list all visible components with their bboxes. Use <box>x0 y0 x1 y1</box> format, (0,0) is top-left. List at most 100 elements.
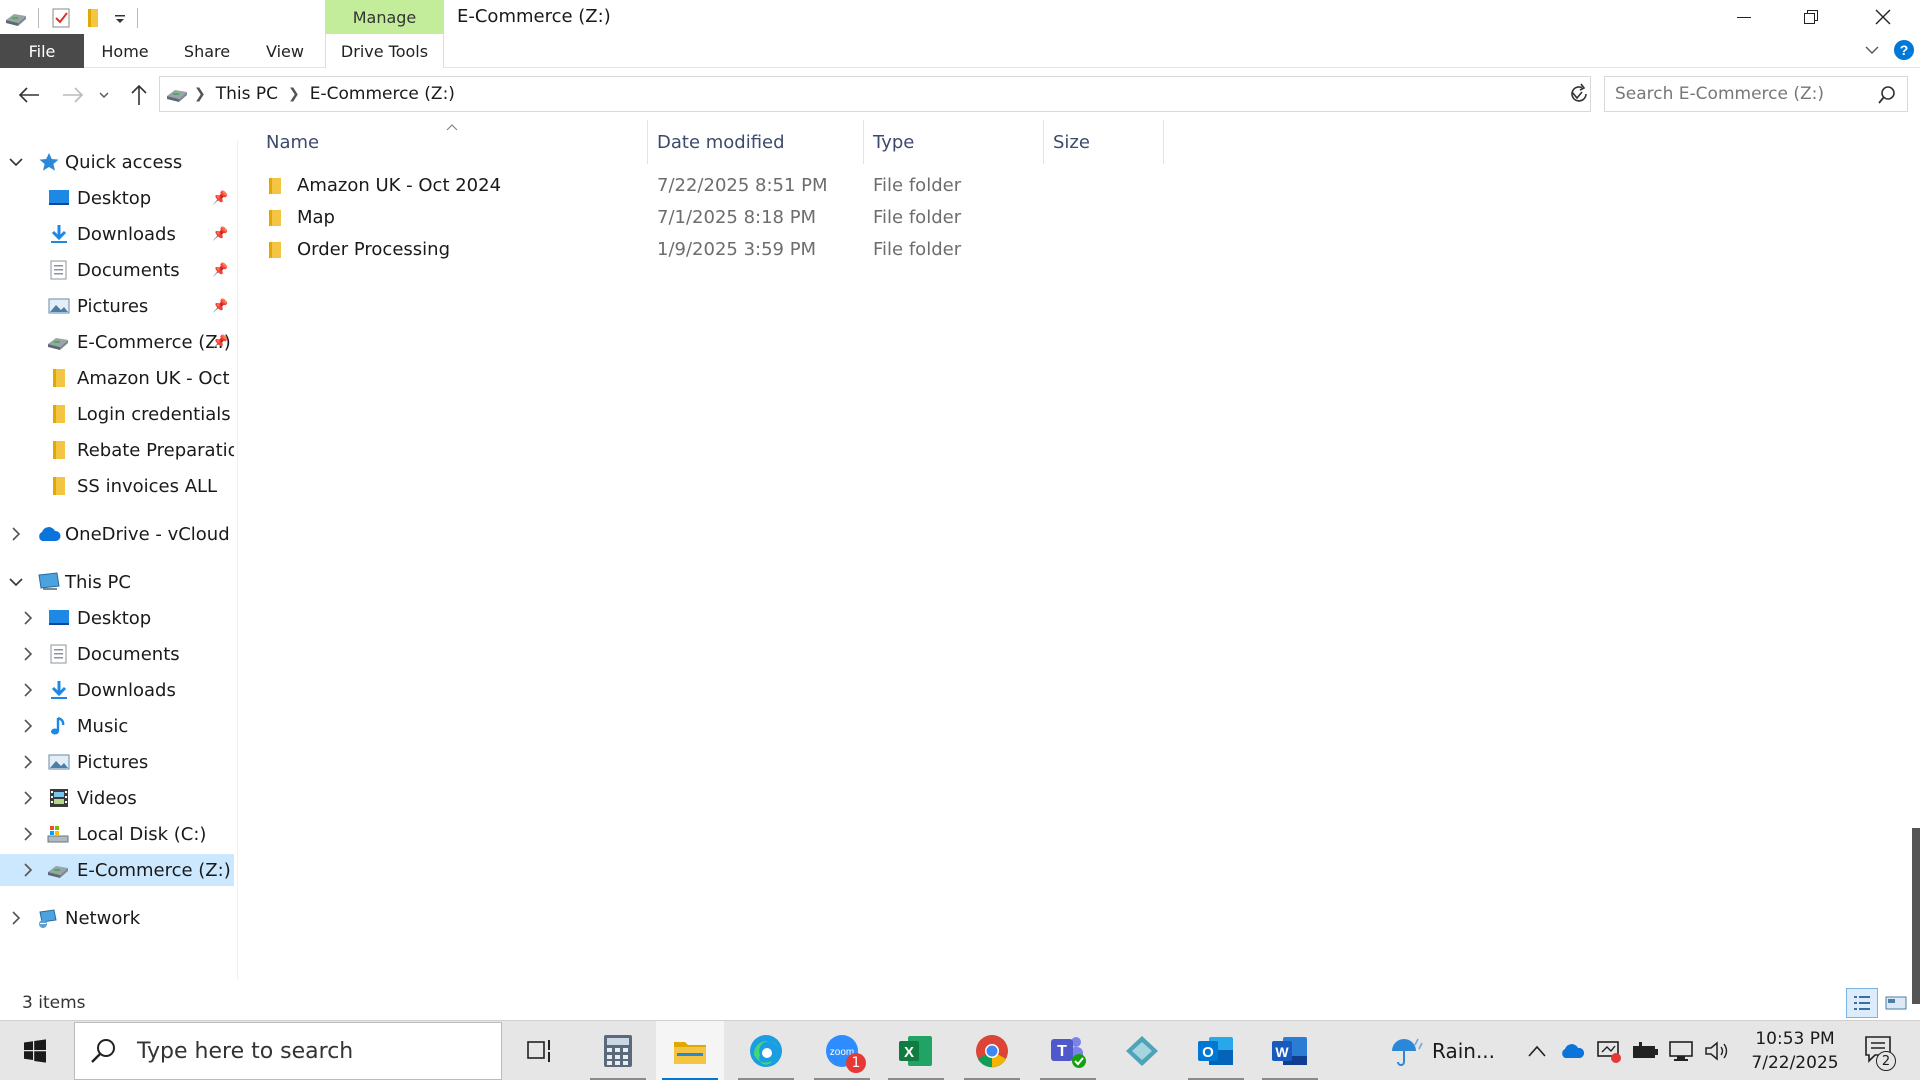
customize-toolbar-icon[interactable] <box>113 6 127 30</box>
chevron-right-icon[interactable] <box>20 862 36 878</box>
breadcrumb-this-pc[interactable]: This PC <box>216 84 278 104</box>
chevron-up-icon[interactable] <box>1524 1035 1550 1067</box>
nav-pc-pictures[interactable]: Pictures <box>0 746 234 778</box>
column-header-name[interactable]: Name <box>266 116 646 168</box>
nav-qa-downloads[interactable]: Downloads 📌 <box>0 218 234 250</box>
taskbar-app-diamond[interactable] <box>1108 1021 1176 1080</box>
chevron-down-icon[interactable] <box>8 574 24 590</box>
minimize-button[interactable] <box>1711 0 1777 34</box>
expand-ribbon-icon[interactable] <box>1862 40 1882 60</box>
nav-quick-access[interactable]: Quick access <box>0 146 234 178</box>
nav-pc-music[interactable]: Music <box>0 710 234 742</box>
nav-this-pc[interactable]: This PC <box>0 566 234 598</box>
chevron-down-icon[interactable] <box>8 154 24 170</box>
notifications-icon[interactable]: 2 <box>1858 1033 1898 1071</box>
tab-home[interactable]: Home <box>93 34 157 68</box>
chevron-right-icon[interactable] <box>20 790 36 806</box>
nav-qa-folder[interactable]: SS invoices ALL <box>0 470 234 502</box>
back-button[interactable] <box>14 80 44 110</box>
manage-context-tab[interactable]: Manage <box>325 0 444 34</box>
onedrive-cloud-icon[interactable] <box>1558 1035 1588 1067</box>
nav-qa-folder[interactable]: Amazon UK - Oct 2024 <box>0 362 234 394</box>
nav-pc-ecommerce[interactable]: E-Commerce (Z:) <box>0 854 234 886</box>
nav-pc-desktop[interactable]: Desktop <box>0 602 234 634</box>
column-divider[interactable] <box>647 120 648 164</box>
recent-locations-icon[interactable] <box>94 80 114 110</box>
nav-pc-local-disk[interactable]: Local Disk (C:) <box>0 818 234 850</box>
nav-qa-desktop[interactable]: Desktop 📌 <box>0 182 234 214</box>
pin-icon[interactable]: 📌 <box>212 299 228 314</box>
column-header-size[interactable]: Size <box>1053 116 1153 168</box>
weather-label[interactable]: Rain... <box>1432 1035 1502 1067</box>
taskbar-zoom[interactable]: zoom 1 <box>808 1021 876 1080</box>
chevron-right-icon[interactable] <box>20 754 36 770</box>
tab-file[interactable]: File <box>0 34 84 68</box>
tab-drive-tools[interactable]: Drive Tools <box>325 34 444 68</box>
taskbar-search-input[interactable]: Type here to search <box>74 1022 502 1080</box>
column-header-type[interactable]: Type <box>873 116 1043 168</box>
nav-qa-ecommerce[interactable]: E-Commerce (Z:) 📌 <box>0 326 234 358</box>
nav-qa-folder[interactable]: Login credentials UK <box>0 398 234 430</box>
chevron-right-icon[interactable] <box>20 826 36 842</box>
taskbar-calculator[interactable] <box>584 1021 652 1080</box>
nav-pc-downloads[interactable]: Downloads <box>0 674 234 706</box>
address-bar[interactable]: ❯ This PC ❯ E-Commerce (Z:) <box>159 76 1591 112</box>
weather-icon[interactable] <box>1386 1035 1426 1067</box>
search-icon[interactable] <box>1877 85 1897 110</box>
nav-qa-pictures[interactable]: Pictures 📌 <box>0 290 234 322</box>
help-icon[interactable]: ? <box>1893 39 1915 61</box>
tab-view[interactable]: View <box>258 34 312 68</box>
breadcrumb-current[interactable]: E-Commerce (Z:) <box>310 84 455 104</box>
column-divider[interactable] <box>863 120 864 164</box>
table-row[interactable]: Order Processing 1/9/2025 3:59 PM File f… <box>266 234 1406 266</box>
large-icons-view-icon[interactable] <box>1884 992 1908 1014</box>
start-button[interactable] <box>0 1021 70 1080</box>
chevron-right-icon[interactable] <box>20 682 36 698</box>
nav-onedrive[interactable]: OneDrive - vCloud Ch <box>0 518 234 550</box>
nav-qa-folder[interactable]: Rebate Preparation UK <box>0 434 234 466</box>
chevron-right-icon[interactable] <box>8 910 24 926</box>
new-folder-icon[interactable] <box>81 6 105 30</box>
nav-pc-videos[interactable]: Videos <box>0 782 234 814</box>
task-view-button[interactable] <box>506 1021 574 1080</box>
restore-button[interactable] <box>1778 0 1844 34</box>
taskbar-clock[interactable]: 10:53 PM 7/22/2025 <box>1740 1027 1850 1075</box>
taskbar-word[interactable]: W <box>1256 1021 1324 1080</box>
up-button[interactable] <box>124 80 154 110</box>
column-header-date[interactable]: Date modified <box>657 116 857 168</box>
network-status-icon[interactable] <box>1666 1035 1696 1067</box>
breadcrumb-chevron-icon[interactable]: ❯ <box>194 86 206 102</box>
chevron-right-icon[interactable] <box>20 610 36 626</box>
tab-share[interactable]: Share <box>176 34 238 68</box>
forward-button[interactable] <box>58 80 88 110</box>
taskbar-teams[interactable]: T <box>1034 1021 1102 1080</box>
properties-icon[interactable] <box>49 6 73 30</box>
pin-icon[interactable]: 📌 <box>212 227 228 242</box>
nav-qa-documents[interactable]: Documents 📌 <box>0 254 234 286</box>
pin-icon[interactable]: 📌 <box>212 335 228 350</box>
volume-icon[interactable] <box>1702 1035 1732 1067</box>
breadcrumb-chevron-icon[interactable]: ❯ <box>288 86 300 102</box>
close-button[interactable] <box>1850 0 1916 34</box>
table-row[interactable]: Map 7/1/2025 8:18 PM File folder <box>266 202 1406 234</box>
nav-network[interactable]: Network <box>0 902 234 934</box>
taskbar-edge[interactable] <box>732 1021 800 1080</box>
taskbar-chrome[interactable] <box>958 1021 1026 1080</box>
pin-icon[interactable]: 📌 <box>212 263 228 278</box>
refresh-icon[interactable] <box>1567 82 1591 106</box>
battery-icon[interactable] <box>1630 1035 1660 1067</box>
chevron-right-icon[interactable] <box>8 526 24 542</box>
chevron-right-icon[interactable] <box>20 646 36 662</box>
table-row[interactable]: Amazon UK - Oct 2024 7/22/2025 8:51 PM F… <box>266 170 1406 202</box>
chevron-right-icon[interactable] <box>20 718 36 734</box>
meet-now-icon[interactable] <box>1594 1035 1624 1067</box>
column-divider[interactable] <box>1043 120 1044 164</box>
search-input[interactable]: Search E-Commerce (Z:) <box>1604 76 1908 112</box>
taskbar-excel[interactable]: X <box>882 1021 950 1080</box>
details-view-icon[interactable] <box>1846 988 1878 1018</box>
pin-icon[interactable]: 📌 <box>212 191 228 206</box>
column-divider[interactable] <box>1163 120 1164 164</box>
nav-pc-documents[interactable]: Documents <box>0 638 234 670</box>
taskbar-file-explorer[interactable] <box>656 1021 724 1080</box>
scrollbar-thumb[interactable] <box>1912 828 1920 1004</box>
